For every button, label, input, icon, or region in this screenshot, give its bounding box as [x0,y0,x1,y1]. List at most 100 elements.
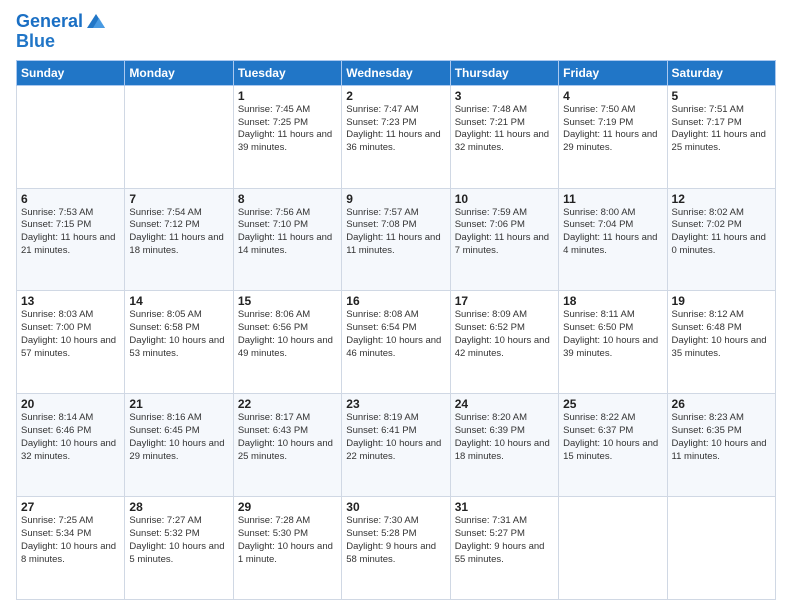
calendar-day-cell: 6Sunrise: 7:53 AMSunset: 7:15 PMDaylight… [17,188,125,291]
calendar-day-cell: 22Sunrise: 8:17 AMSunset: 6:43 PMDayligh… [233,394,341,497]
calendar-week-row: 1Sunrise: 7:45 AMSunset: 7:25 PMDaylight… [17,85,776,188]
calendar-day-cell: 28Sunrise: 7:27 AMSunset: 5:32 PMDayligh… [125,497,233,600]
day-info: Sunrise: 8:00 AMSunset: 7:04 PMDaylight:… [563,207,662,258]
calendar-day-cell: 10Sunrise: 7:59 AMSunset: 7:06 PMDayligh… [450,188,558,291]
day-number: 7 [129,192,228,206]
day-number: 12 [672,192,771,206]
calendar-day-cell: 29Sunrise: 7:28 AMSunset: 5:30 PMDayligh… [233,497,341,600]
day-number: 2 [346,89,445,103]
calendar-day-cell [559,497,667,600]
day-info: Sunrise: 8:19 AMSunset: 6:41 PMDaylight:… [346,412,445,463]
weekday-header: Saturday [667,60,775,85]
calendar-day-cell: 21Sunrise: 8:16 AMSunset: 6:45 PMDayligh… [125,394,233,497]
day-info: Sunrise: 8:14 AMSunset: 6:46 PMDaylight:… [21,412,120,463]
logo-icon [85,10,107,32]
calendar-day-cell: 13Sunrise: 8:03 AMSunset: 7:00 PMDayligh… [17,291,125,394]
day-info: Sunrise: 8:20 AMSunset: 6:39 PMDaylight:… [455,412,554,463]
calendar-week-row: 27Sunrise: 7:25 AMSunset: 5:34 PMDayligh… [17,497,776,600]
logo: General Blue [16,12,107,52]
day-info: Sunrise: 8:05 AMSunset: 6:58 PMDaylight:… [129,309,228,360]
day-info: Sunrise: 8:02 AMSunset: 7:02 PMDaylight:… [672,207,771,258]
day-info: Sunrise: 7:53 AMSunset: 7:15 PMDaylight:… [21,207,120,258]
calendar-day-cell: 1Sunrise: 7:45 AMSunset: 7:25 PMDaylight… [233,85,341,188]
day-number: 21 [129,397,228,411]
calendar-day-cell: 8Sunrise: 7:56 AMSunset: 7:10 PMDaylight… [233,188,341,291]
day-info: Sunrise: 7:48 AMSunset: 7:21 PMDaylight:… [455,104,554,155]
page: General Blue SundayMondayTuesdayWednesda… [0,0,792,612]
day-info: Sunrise: 7:31 AMSunset: 5:27 PMDaylight:… [455,515,554,566]
calendar-day-cell: 5Sunrise: 7:51 AMSunset: 7:17 PMDaylight… [667,85,775,188]
day-number: 10 [455,192,554,206]
day-number: 3 [455,89,554,103]
day-info: Sunrise: 7:59 AMSunset: 7:06 PMDaylight:… [455,207,554,258]
calendar-day-cell: 23Sunrise: 8:19 AMSunset: 6:41 PMDayligh… [342,394,450,497]
calendar-day-cell: 4Sunrise: 7:50 AMSunset: 7:19 PMDaylight… [559,85,667,188]
day-number: 24 [455,397,554,411]
calendar-day-cell: 20Sunrise: 8:14 AMSunset: 6:46 PMDayligh… [17,394,125,497]
day-info: Sunrise: 7:50 AMSunset: 7:19 PMDaylight:… [563,104,662,155]
day-number: 8 [238,192,337,206]
day-info: Sunrise: 7:30 AMSunset: 5:28 PMDaylight:… [346,515,445,566]
day-number: 30 [346,500,445,514]
day-info: Sunrise: 8:03 AMSunset: 7:00 PMDaylight:… [21,309,120,360]
calendar-day-cell: 11Sunrise: 8:00 AMSunset: 7:04 PMDayligh… [559,188,667,291]
day-number: 14 [129,294,228,308]
calendar-day-cell [17,85,125,188]
day-number: 27 [21,500,120,514]
day-info: Sunrise: 7:28 AMSunset: 5:30 PMDaylight:… [238,515,337,566]
day-number: 28 [129,500,228,514]
calendar-day-cell: 25Sunrise: 8:22 AMSunset: 6:37 PMDayligh… [559,394,667,497]
calendar-day-cell: 14Sunrise: 8:05 AMSunset: 6:58 PMDayligh… [125,291,233,394]
calendar-day-cell: 19Sunrise: 8:12 AMSunset: 6:48 PMDayligh… [667,291,775,394]
day-number: 23 [346,397,445,411]
calendar-week-row: 13Sunrise: 8:03 AMSunset: 7:00 PMDayligh… [17,291,776,394]
day-info: Sunrise: 8:06 AMSunset: 6:56 PMDaylight:… [238,309,337,360]
day-info: Sunrise: 8:11 AMSunset: 6:50 PMDaylight:… [563,309,662,360]
day-info: Sunrise: 7:25 AMSunset: 5:34 PMDaylight:… [21,515,120,566]
calendar-header-row: SundayMondayTuesdayWednesdayThursdayFrid… [17,60,776,85]
header: General Blue [16,12,776,52]
day-number: 22 [238,397,337,411]
day-info: Sunrise: 7:45 AMSunset: 7:25 PMDaylight:… [238,104,337,155]
day-info: Sunrise: 8:23 AMSunset: 6:35 PMDaylight:… [672,412,771,463]
calendar-day-cell: 15Sunrise: 8:06 AMSunset: 6:56 PMDayligh… [233,291,341,394]
day-number: 13 [21,294,120,308]
day-info: Sunrise: 7:27 AMSunset: 5:32 PMDaylight:… [129,515,228,566]
calendar-day-cell: 24Sunrise: 8:20 AMSunset: 6:39 PMDayligh… [450,394,558,497]
day-number: 31 [455,500,554,514]
calendar-day-cell: 9Sunrise: 7:57 AMSunset: 7:08 PMDaylight… [342,188,450,291]
day-number: 4 [563,89,662,103]
day-number: 6 [21,192,120,206]
calendar-day-cell: 31Sunrise: 7:31 AMSunset: 5:27 PMDayligh… [450,497,558,600]
day-number: 26 [672,397,771,411]
day-number: 29 [238,500,337,514]
day-info: Sunrise: 7:56 AMSunset: 7:10 PMDaylight:… [238,207,337,258]
calendar-day-cell: 12Sunrise: 8:02 AMSunset: 7:02 PMDayligh… [667,188,775,291]
day-number: 17 [455,294,554,308]
calendar-day-cell: 2Sunrise: 7:47 AMSunset: 7:23 PMDaylight… [342,85,450,188]
weekday-header: Tuesday [233,60,341,85]
calendar-day-cell [667,497,775,600]
calendar-day-cell: 26Sunrise: 8:23 AMSunset: 6:35 PMDayligh… [667,394,775,497]
day-info: Sunrise: 8:12 AMSunset: 6:48 PMDaylight:… [672,309,771,360]
day-number: 20 [21,397,120,411]
weekday-header: Friday [559,60,667,85]
day-info: Sunrise: 8:16 AMSunset: 6:45 PMDaylight:… [129,412,228,463]
calendar-day-cell: 16Sunrise: 8:08 AMSunset: 6:54 PMDayligh… [342,291,450,394]
weekday-header: Wednesday [342,60,450,85]
day-info: Sunrise: 7:57 AMSunset: 7:08 PMDaylight:… [346,207,445,258]
calendar-week-row: 6Sunrise: 7:53 AMSunset: 7:15 PMDaylight… [17,188,776,291]
weekday-header: Thursday [450,60,558,85]
day-info: Sunrise: 7:54 AMSunset: 7:12 PMDaylight:… [129,207,228,258]
day-info: Sunrise: 8:22 AMSunset: 6:37 PMDaylight:… [563,412,662,463]
calendar-day-cell: 7Sunrise: 7:54 AMSunset: 7:12 PMDaylight… [125,188,233,291]
calendar-day-cell [125,85,233,188]
logo-text: General [16,12,83,32]
day-number: 1 [238,89,337,103]
day-number: 15 [238,294,337,308]
day-number: 9 [346,192,445,206]
logo-text2: Blue [16,32,107,52]
day-info: Sunrise: 8:09 AMSunset: 6:52 PMDaylight:… [455,309,554,360]
day-number: 18 [563,294,662,308]
calendar-day-cell: 3Sunrise: 7:48 AMSunset: 7:21 PMDaylight… [450,85,558,188]
